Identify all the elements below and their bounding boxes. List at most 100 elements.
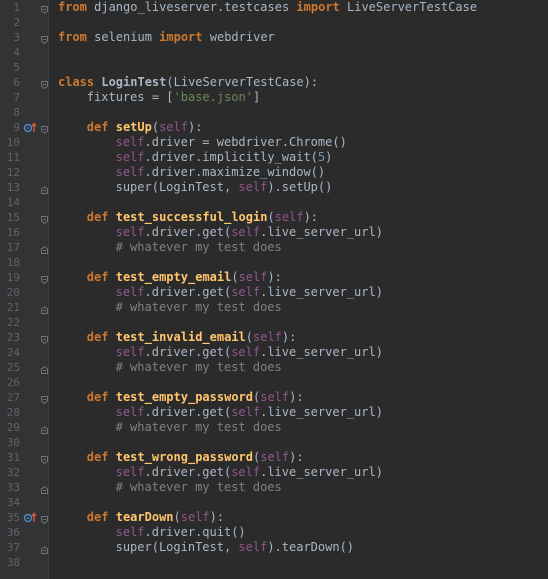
code-token: ): (209, 510, 225, 524)
fold-end-icon[interactable] (41, 183, 48, 194)
fold-end-icon[interactable] (41, 303, 48, 314)
code-line[interactable]: 38 (0, 555, 548, 570)
code-token: self (238, 180, 268, 194)
fold-collapse-icon[interactable] (41, 33, 48, 45)
code-token: ( (173, 510, 181, 524)
code-text: def test_empty_password(self): (87, 390, 304, 405)
code-line[interactable]: 30 (0, 435, 548, 450)
code-editor[interactable]: 1 from django_liveserver.testcases import… (0, 0, 548, 579)
code-token: .live_server_url) (260, 345, 383, 359)
fold-collapse-icon[interactable] (41, 213, 48, 225)
code-token: test_empty_password (115, 390, 253, 404)
code-token: LoginTest (101, 75, 167, 89)
fold-collapse-icon[interactable] (41, 513, 48, 525)
code-line[interactable]: 11 self.driver.implicitly_wait(5) (0, 150, 548, 165)
code-line[interactable]: 17 # whatever my test does (0, 240, 548, 255)
code-line[interactable]: 12 self.driver.maximize_window() (0, 165, 548, 180)
code-line[interactable]: 5 (0, 60, 548, 75)
code-line[interactable]: 24 self.driver.get(self.live_server_url) (0, 345, 548, 360)
code-text: def test_invalid_email(self): (87, 330, 297, 345)
code-line[interactable]: 4 (0, 45, 548, 60)
code-line[interactable]: 9 def setUp(self): (0, 120, 548, 135)
code-line[interactable]: 18 (0, 255, 548, 270)
code-line[interactable]: 6 class LoginTest(LiveServerTestCase): (0, 75, 548, 90)
override-method-icon[interactable] (23, 120, 37, 135)
code-line[interactable]: 8 (0, 105, 548, 120)
code-line[interactable]: 27 def test_empty_password(self): (0, 390, 548, 405)
code-token: # whatever my test does (115, 360, 282, 374)
code-token: (LoginTest, (151, 540, 239, 554)
line-number: 19 (6, 271, 20, 284)
code-line[interactable]: 29 # whatever my test does (0, 420, 548, 435)
fold-collapse-icon[interactable] (41, 3, 48, 15)
line-number: 31 (6, 451, 20, 464)
override-method-icon[interactable] (23, 510, 37, 525)
code-line[interactable]: 31 def test_wrong_password(self): (0, 450, 548, 465)
code-line[interactable]: 28 self.driver.get(self.live_server_url) (0, 405, 548, 420)
code-token: def (86, 450, 109, 464)
code-token: def (86, 270, 109, 284)
code-line[interactable]: 20 self.driver.get(self.live_server_url) (0, 285, 548, 300)
code-token: test_wrong_password (115, 450, 253, 464)
code-token: class (58, 75, 95, 89)
code-text: from selenium import webdriver (58, 30, 275, 45)
code-token: self (115, 405, 145, 419)
code-token: # whatever my test does (115, 420, 282, 434)
code-token: # whatever my test does (115, 480, 282, 494)
code-line[interactable]: 13 super(LoginTest, self).setUp() (0, 180, 548, 195)
line-number: 30 (6, 436, 20, 449)
code-text: fixtures = ['base.json'] (87, 90, 260, 105)
code-token: self (115, 225, 145, 239)
code-line[interactable]: 22 (0, 315, 548, 330)
code-line[interactable]: 23 def test_invalid_email(self): (0, 330, 548, 345)
code-token: ) (325, 150, 333, 164)
code-line[interactable]: 36 self.driver.quit() (0, 525, 548, 540)
code-line[interactable]: 25 # whatever my test does (0, 360, 548, 375)
code-line[interactable]: 37 super(LoginTest, self).tearDown() (0, 540, 548, 555)
code-token: .live_server_url) (260, 465, 383, 479)
fold-collapse-icon[interactable] (41, 333, 48, 345)
fold-end-icon[interactable] (41, 483, 48, 494)
fold-end-icon[interactable] (41, 543, 48, 554)
code-token: ( (151, 120, 160, 134)
code-line[interactable]: 14 (0, 195, 548, 210)
code-line[interactable]: 16 self.driver.get(self.live_server_url) (0, 225, 548, 240)
code-line[interactable]: 19 def test_empty_email(self): (0, 270, 548, 285)
code-line[interactable]: 34 (0, 495, 548, 510)
code-token: (LiveServerTestCase): (166, 75, 319, 89)
code-line[interactable]: 1 from django_liveserver.testcases import… (0, 0, 548, 15)
code-line[interactable]: 15 def test_successful_login(self): (0, 210, 548, 225)
code-line[interactable]: 35 def tearDown(self): (0, 510, 548, 525)
code-token: .driver.implicitly_wait( (144, 150, 318, 164)
fold-collapse-icon[interactable] (41, 393, 48, 405)
fold-collapse-icon[interactable] (41, 453, 48, 465)
code-text: self.driver.maximize_window() (116, 165, 326, 180)
code-line[interactable]: 33 # whatever my test does (0, 480, 548, 495)
line-number: 18 (6, 256, 20, 269)
line-number: 12 (6, 166, 20, 179)
code-line[interactable]: 7 fixtures = ['base.json'] (0, 90, 548, 105)
code-text: # whatever my test does (116, 300, 282, 315)
code-line[interactable]: 21 # whatever my test does (0, 300, 548, 315)
line-number: 1 (13, 1, 20, 14)
code-token: LiveServerTestCase (339, 0, 478, 14)
code-line[interactable]: 3 from selenium import webdriver (0, 30, 548, 45)
fold-collapse-icon[interactable] (41, 78, 48, 90)
code-token: ): (289, 450, 304, 464)
fold-end-icon[interactable] (41, 363, 48, 374)
code-line[interactable]: 26 (0, 375, 548, 390)
code-token: self (260, 390, 290, 404)
line-number: 17 (6, 241, 20, 254)
code-line[interactable]: 32 self.driver.get(self.live_server_url) (0, 465, 548, 480)
code-token: test_invalid_email (115, 330, 246, 344)
fold-collapse-icon[interactable] (41, 273, 48, 285)
fold-end-icon[interactable] (41, 423, 48, 434)
code-token: from (58, 30, 87, 44)
fold-end-icon[interactable] (41, 243, 48, 254)
fold-collapse-icon[interactable] (41, 123, 48, 135)
code-line[interactable]: 10 self.driver = webdriver.Chrome() (0, 135, 548, 150)
code-text: def tearDown(self): (87, 510, 224, 525)
code-token: ( (267, 210, 275, 224)
code-line[interactable]: 2 (0, 15, 548, 30)
